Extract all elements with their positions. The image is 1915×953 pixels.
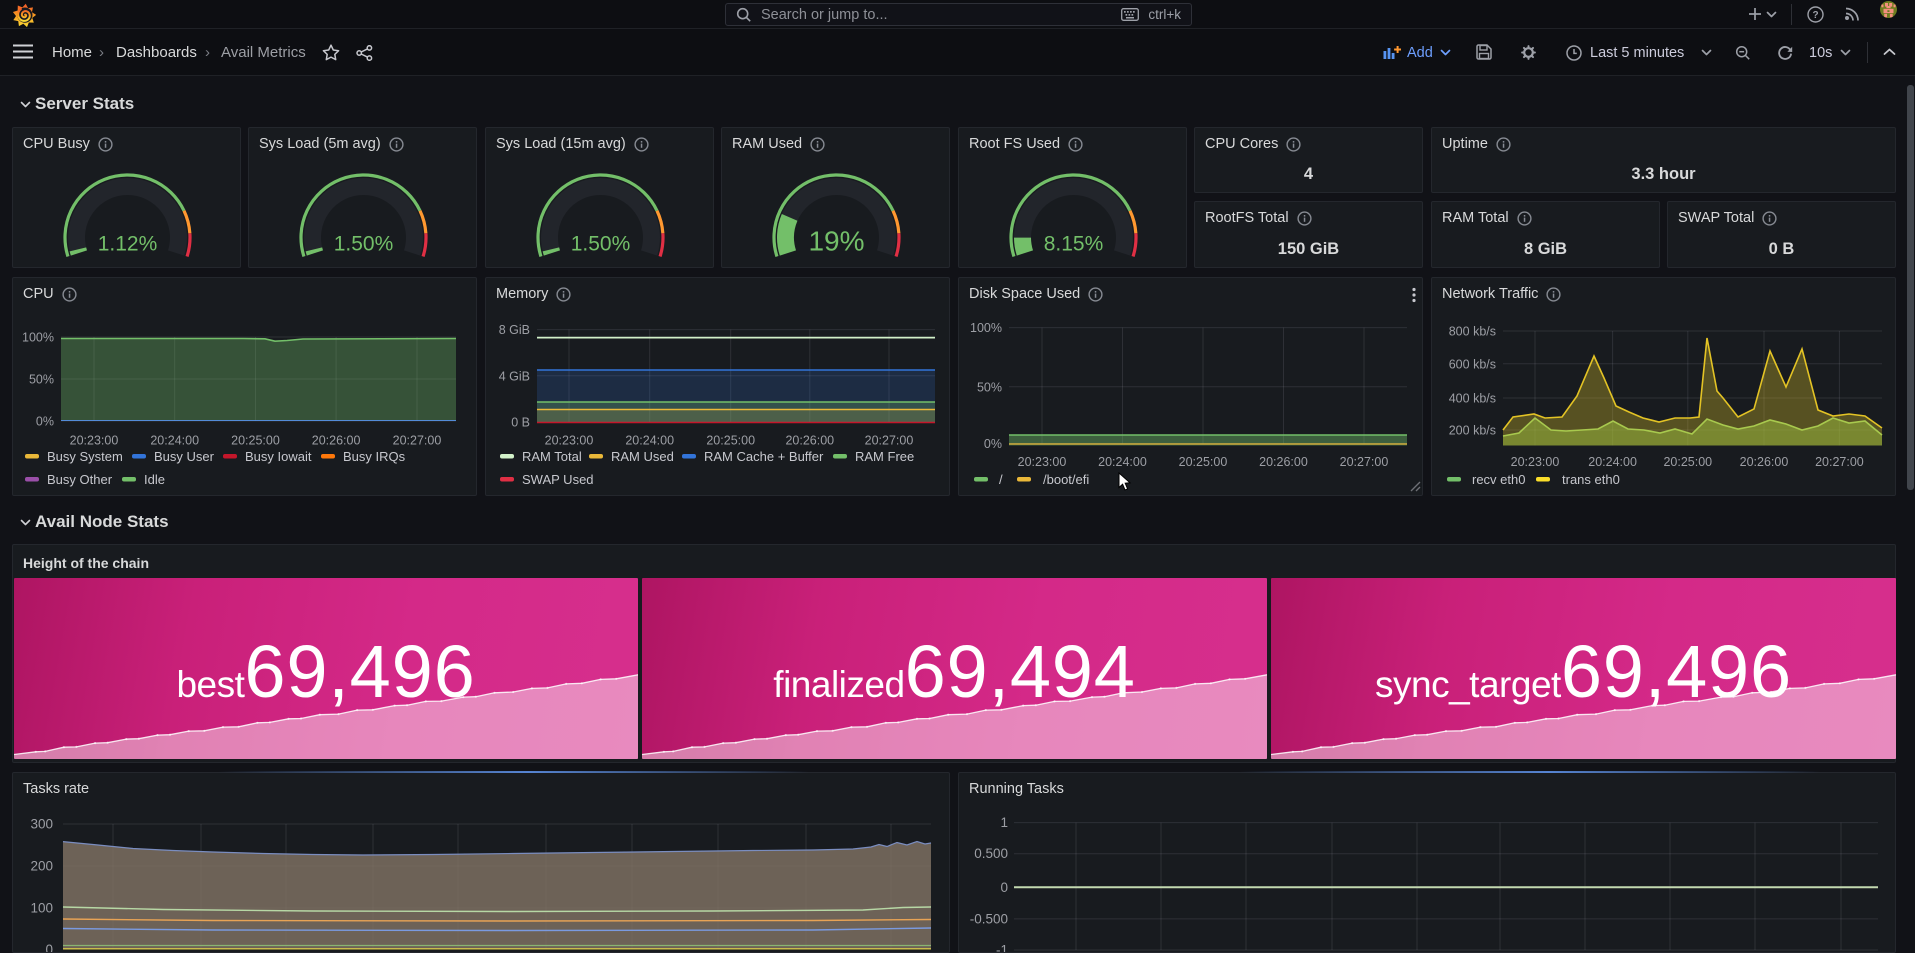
svg-text:20:25:00: 20:25:00 [1663,455,1712,469]
svg-text:0%: 0% [36,415,54,429]
svg-text:1.12%: 1.12% [98,233,158,256]
svg-text:?: ? [1812,10,1818,21]
svg-text:20:26:00: 20:26:00 [1740,455,1789,469]
svg-text:Busy IRQs: Busy IRQs [343,449,406,464]
svg-text:20:25:00: 20:25:00 [706,434,755,448]
svg-text:0 B: 0 B [511,416,530,430]
svg-text:20:24:00: 20:24:00 [150,434,199,448]
svg-text:20:25:00: 20:25:00 [1179,455,1228,469]
svg-text:50%: 50% [977,380,1002,394]
svg-text:20:24:00: 20:24:00 [1588,455,1637,469]
svg-text:20:24:00: 20:24:00 [1098,455,1147,469]
svg-text:20:27:00: 20:27:00 [1815,455,1864,469]
svg-text:20:27:00: 20:27:00 [865,434,914,448]
svg-text:50%: 50% [29,373,54,387]
svg-text:-1: -1 [996,943,1008,953]
svg-text:800 kb/s: 800 kb/s [1449,325,1496,339]
svg-text:20:26:00: 20:26:00 [1259,455,1308,469]
svg-text:400 kb/s: 400 kb/s [1449,392,1496,406]
svg-text:Busy Other: Busy Other [47,472,113,487]
svg-text:20:23:00: 20:23:00 [70,434,119,448]
svg-text:/: / [999,472,1003,487]
svg-text:/boot/efi: /boot/efi [1043,472,1089,487]
svg-text:200: 200 [30,859,53,874]
svg-text:19%: 19% [808,226,864,257]
svg-text:RAM Free: RAM Free [855,449,914,464]
svg-text:0.500: 0.500 [974,846,1008,861]
svg-text:Busy System: Busy System [47,449,123,464]
svg-text:20:27:00: 20:27:00 [393,434,442,448]
svg-text:20:23:00: 20:23:00 [1018,455,1067,469]
svg-text:20:27:00: 20:27:00 [1340,455,1389,469]
svg-text:0: 0 [45,942,53,952]
svg-text:100: 100 [30,901,53,916]
svg-text:-0.500: -0.500 [970,911,1008,926]
svg-text:4 GiB: 4 GiB [499,369,530,383]
svg-text:Idle: Idle [144,472,165,487]
svg-text:1.50%: 1.50% [571,233,631,256]
svg-text:0: 0 [1000,880,1008,895]
svg-text:200 kb/s: 200 kb/s [1449,424,1496,438]
svg-text:1: 1 [1000,815,1008,830]
svg-text:100%: 100% [22,331,54,345]
svg-text:RAM Used: RAM Used [611,449,674,464]
svg-text:Busy User: Busy User [154,449,215,464]
svg-text:20:25:00: 20:25:00 [231,434,280,448]
svg-text:RAM Cache + Buffer: RAM Cache + Buffer [704,449,824,464]
svg-text:20:26:00: 20:26:00 [785,434,834,448]
svg-text:recv eth0: recv eth0 [1472,472,1525,487]
svg-text:20:23:00: 20:23:00 [545,434,594,448]
svg-text:trans eth0: trans eth0 [1562,472,1620,487]
svg-text:20:23:00: 20:23:00 [1511,455,1560,469]
svg-text:SWAP Used: SWAP Used [522,472,594,487]
svg-text:20:24:00: 20:24:00 [625,434,674,448]
svg-text:1.50%: 1.50% [334,233,394,256]
svg-text:8 GiB: 8 GiB [499,323,530,337]
svg-text:100%: 100% [970,321,1002,335]
svg-text:20:26:00: 20:26:00 [312,434,361,448]
svg-text:0%: 0% [984,437,1002,451]
svg-text:300: 300 [30,817,53,832]
svg-text:8.15%: 8.15% [1044,233,1104,256]
svg-text:600 kb/s: 600 kb/s [1449,357,1496,371]
svg-text:Busy Iowait: Busy Iowait [245,449,312,464]
svg-text:RAM Total: RAM Total [522,449,582,464]
